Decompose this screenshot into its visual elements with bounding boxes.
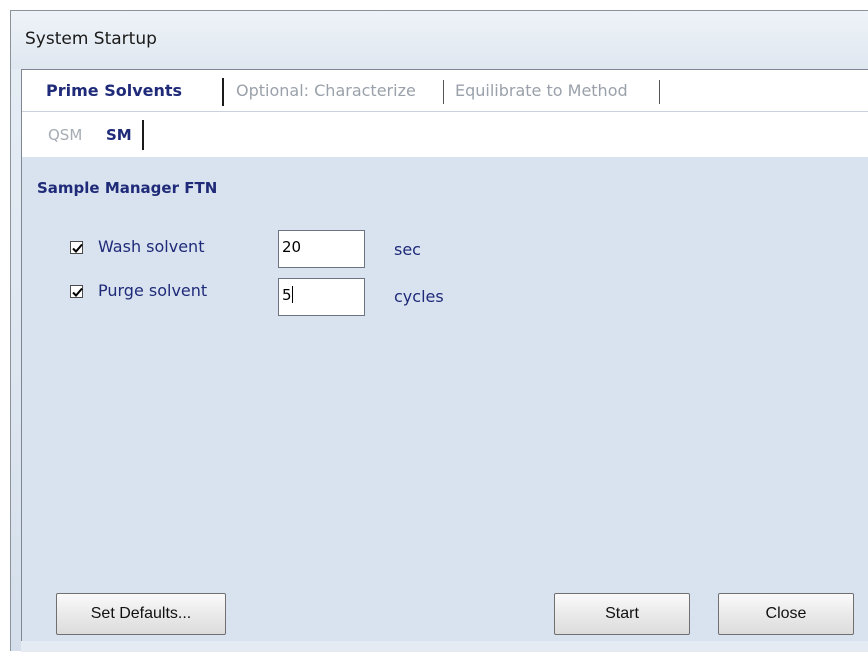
title-bar: System Startup xyxy=(11,11,868,69)
section-title: Sample Manager FTN xyxy=(37,179,218,197)
wash-solvent-input[interactable]: 20 xyxy=(278,230,365,268)
tab-content-panel: Sample Manager FTN Wash solvent 20 sec P… xyxy=(22,157,868,643)
purge-solvent-value: 5 xyxy=(282,286,292,304)
start-button[interactable]: Start xyxy=(554,593,690,635)
purge-solvent-input[interactable]: 5 xyxy=(278,278,365,316)
tab-equilibrate-to-method[interactable]: Equilibrate to Method xyxy=(455,81,628,100)
system-startup-window: System Startup Prime Solvents Optional: … xyxy=(10,10,868,652)
tab-qsm[interactable]: QSM xyxy=(48,126,82,144)
wash-solvent-value: 20 xyxy=(282,238,302,256)
window-title: System Startup xyxy=(25,29,157,49)
main-tab-bar: Prime Solvents Optional: Characterize Eq… xyxy=(22,70,868,112)
tab-optional-characterize[interactable]: Optional: Characterize xyxy=(236,81,416,100)
dialog-frame: Prime Solvents Optional: Characterize Eq… xyxy=(21,69,868,643)
purge-solvent-checkbox[interactable] xyxy=(70,285,83,298)
check-icon xyxy=(72,287,83,297)
sub-tab-bar: QSM SM xyxy=(22,112,868,157)
wash-solvent-unit: sec xyxy=(394,240,421,259)
tab-divider xyxy=(659,80,660,104)
set-defaults-button[interactable]: Set Defaults... xyxy=(56,593,226,635)
tab-sm[interactable]: SM xyxy=(106,126,132,144)
tab-divider xyxy=(142,120,144,150)
purge-solvent-unit: cycles xyxy=(394,287,444,306)
close-button[interactable]: Close xyxy=(718,593,854,635)
window-bottom-border xyxy=(21,641,868,652)
tab-prime-solvents[interactable]: Prime Solvents xyxy=(46,81,182,100)
text-caret xyxy=(291,286,293,303)
purge-solvent-label: Purge solvent xyxy=(98,281,208,300)
check-icon xyxy=(72,243,83,253)
wash-solvent-checkbox[interactable] xyxy=(70,241,83,254)
tab-divider xyxy=(443,80,444,104)
tab-divider xyxy=(222,78,224,106)
wash-solvent-label: Wash solvent xyxy=(98,237,205,256)
